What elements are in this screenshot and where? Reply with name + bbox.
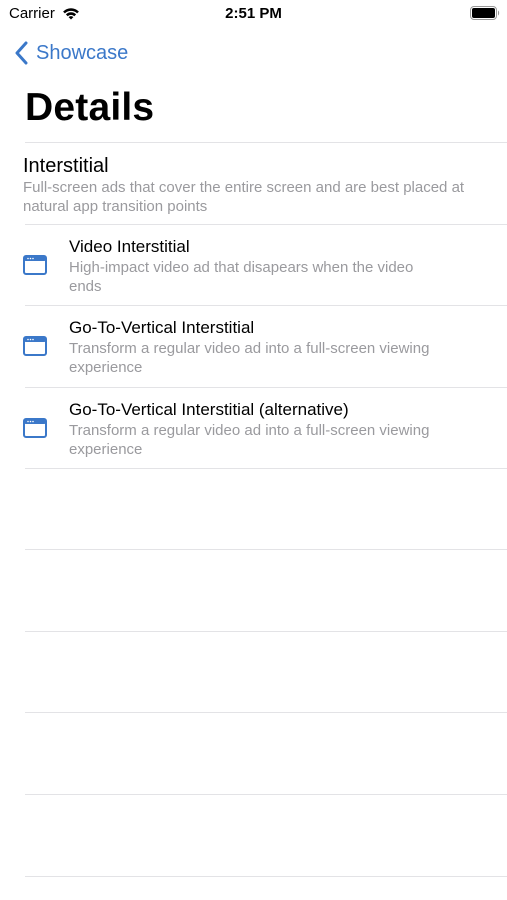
empty-row-divider (25, 549, 507, 550)
empty-row-divider (25, 876, 507, 877)
back-button-label: Showcase (36, 41, 129, 64)
status-time: 2:51 PM (225, 5, 282, 22)
navigation-bar: Showcase (0, 32, 507, 76)
section-header: Interstitial Full-screen ads that cover … (23, 154, 503, 216)
browser-window-icon (23, 418, 47, 438)
list-item-title: Go-To-Vertical Interstitial (69, 318, 255, 337)
page-title: Details (25, 86, 155, 129)
battery-icon (470, 6, 500, 20)
list-item-title: Go-To-Vertical Interstitial (alternative… (69, 400, 349, 419)
section-description: Full-screen ads that cover the entire sc… (23, 179, 465, 215)
empty-row-divider (25, 794, 507, 795)
list-item-title: Video Interstitial (69, 237, 190, 256)
status-bar: Carrier 2:51 PM (0, 0, 507, 28)
chevron-left-icon (15, 41, 28, 65)
browser-window-icon (23, 336, 47, 356)
list-item-video-interstitial[interactable]: Video Interstitial High-impact video ad … (0, 225, 507, 306)
divider (25, 142, 507, 143)
list-item-go-to-vertical-interstitial[interactable]: Go-To-Vertical Interstitial Transform a … (0, 306, 507, 387)
browser-window-icon (23, 255, 47, 275)
list-item-description: Transform a regular video ad into a full… (69, 340, 430, 376)
empty-row-divider (25, 712, 507, 713)
empty-row-divider (25, 631, 507, 632)
divider (25, 468, 507, 469)
list-item-go-to-vertical-interstitial-alternative[interactable]: Go-To-Vertical Interstitial (alternative… (0, 388, 507, 469)
back-button[interactable]: Showcase (14, 38, 128, 68)
list-item-description: High-impact video ad that disapears when… (69, 259, 414, 295)
list-item-description: Transform a regular video ad into a full… (69, 422, 430, 458)
section-title: Interstitial (23, 155, 109, 177)
